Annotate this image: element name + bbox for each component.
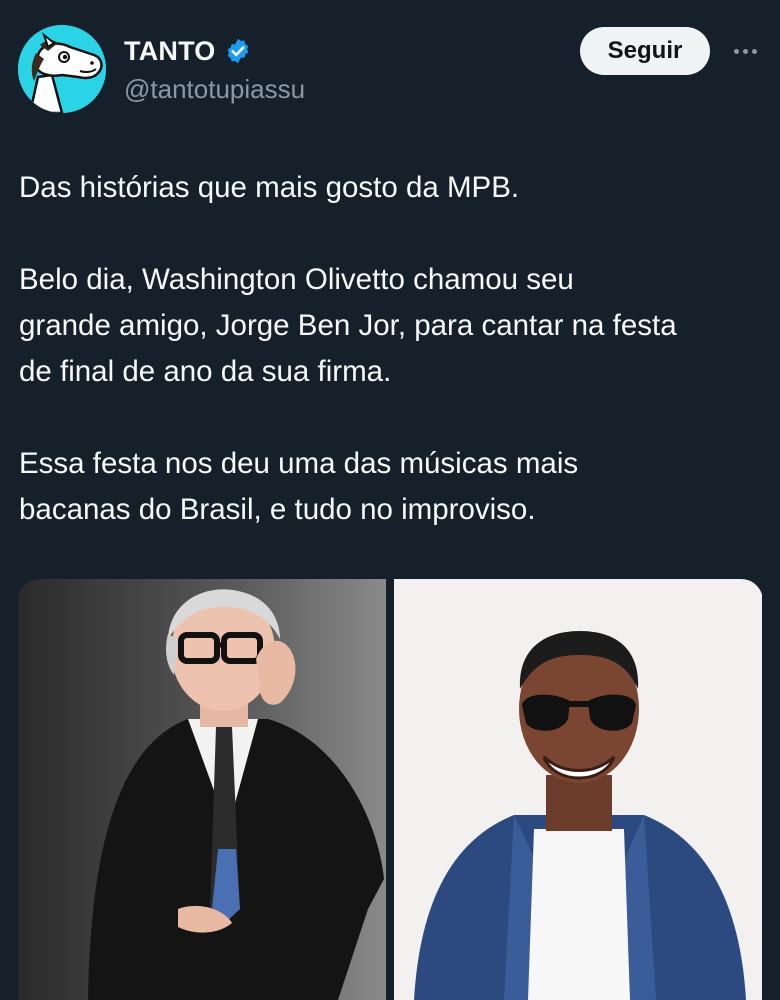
tweet-line: Belo dia, Washington Olivetto chamou seu bbox=[19, 263, 574, 296]
photo-right[interactable] bbox=[394, 579, 762, 1000]
more-options-icon[interactable] bbox=[728, 37, 762, 65]
dot bbox=[742, 48, 748, 54]
tweet-line: bacanas do Brasil, e tudo no improviso. bbox=[19, 493, 536, 526]
photo-smiling-man-sunglasses-denim-icon bbox=[394, 579, 762, 1000]
dot bbox=[733, 48, 739, 54]
tweet-line: de final de ano da sua firma. bbox=[19, 355, 392, 388]
author-handle[interactable]: @tantotupiassu bbox=[124, 74, 305, 105]
verified-badge-icon bbox=[227, 38, 248, 64]
avatar[interactable] bbox=[18, 25, 106, 113]
photo-man-glasses-suit-icon bbox=[18, 579, 386, 1000]
tweet-line: grande amigo, Jorge Ben Jor, para cantar… bbox=[19, 309, 677, 342]
cartoon-horse-icon bbox=[18, 25, 106, 113]
dot bbox=[751, 48, 757, 54]
follow-button[interactable]: Seguir bbox=[580, 27, 710, 75]
tweet-line: Das histórias que mais gosto da MPB. bbox=[19, 171, 520, 204]
author-name-row[interactable]: TANTO bbox=[124, 34, 252, 68]
photo-left[interactable] bbox=[18, 579, 386, 1000]
tweet-media[interactable] bbox=[18, 579, 763, 1000]
display-name[interactable]: TANTO bbox=[124, 36, 216, 67]
tweet-text: Das histórias que mais gosto da MPB. Bel… bbox=[19, 165, 769, 533]
tweet-line: Essa festa nos deu uma das músicas mais bbox=[19, 447, 579, 480]
